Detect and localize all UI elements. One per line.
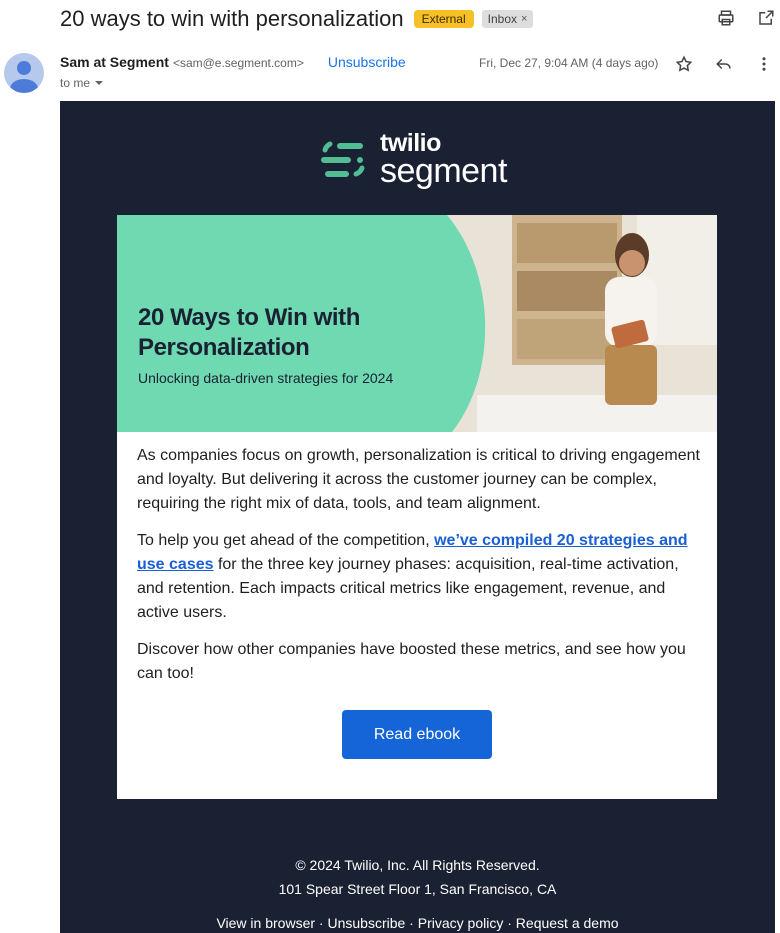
inbox-label-text: Inbox [487, 12, 518, 26]
logo-wordmark: twilio segment [380, 131, 507, 190]
hero-banner[interactable]: 20 Ways to Win with Personalization Unlo… [117, 215, 717, 432]
paragraph-3: Discover how other companies have booste… [137, 641, 686, 682]
email-content: twilio segment 20 Ways to Win with Perso [60, 101, 775, 933]
sender-name[interactable]: Sam at Segment [60, 54, 169, 70]
open-new-window-icon[interactable] [756, 8, 776, 28]
email-subject: 20 ways to win with personalization [60, 6, 404, 31]
paragraph-2: To help you get ahead of the competition… [137, 529, 702, 625]
footer-copyright: © 2024 Twilio, Inc. All Rights Reserved. [295, 857, 540, 873]
footer-address: 101 Spear Street Floor 1, San Francisco,… [278, 881, 557, 897]
footer-separator: · [405, 915, 418, 931]
footer-separator: · [315, 915, 328, 931]
message-actions [674, 54, 774, 74]
logo-segment: segment [380, 152, 507, 190]
recipient-label: to me [60, 76, 91, 90]
subject-row: 20 ways to win with personalization Exte… [60, 6, 534, 32]
avatar-person-icon [10, 61, 38, 93]
thread-actions [716, 8, 776, 28]
hero-subtitle: Unlocking data-driven strategies for 202… [138, 370, 394, 386]
paragraph-1: As companies focus on growth, personaliz… [137, 447, 700, 512]
message-date: Fri, Dec 27, 9:04 AM (4 days ago) [479, 56, 659, 70]
recipient-toggle[interactable]: to me [60, 76, 104, 90]
avatar[interactable] [4, 53, 44, 93]
privacy-policy-link[interactable]: Privacy policy [418, 915, 504, 931]
hero-title: 20 Ways to Win with Personalization [138, 304, 360, 361]
reply-icon[interactable] [714, 54, 734, 74]
request-demo-link[interactable]: Request a demo [516, 915, 619, 931]
star-icon[interactable] [674, 54, 694, 74]
email-card: 20 Ways to Win with Personalization Unlo… [117, 215, 717, 799]
unsubscribe-link[interactable]: Unsubscribe [328, 54, 406, 70]
sender-email: <sam@e.segment.com> [172, 56, 304, 70]
sender-row: Sam at Segment <sam@e.segment.com> Unsub… [60, 54, 406, 70]
twilio-segment-logo: twilio segment [320, 131, 507, 188]
remove-label-icon[interactable]: × [521, 13, 527, 25]
paragraph-2-start: To help you get ahead of the competition… [137, 532, 435, 549]
segment-logo-icon [321, 141, 365, 177]
inbox-label-chip: Inbox × [481, 10, 534, 28]
external-badge: External [413, 10, 474, 28]
email-body-text: As companies focus on growth, personaliz… [137, 444, 702, 699]
chevron-down-icon [95, 81, 104, 85]
footer-unsubscribe-link[interactable]: Unsubscribe [327, 915, 405, 931]
more-vert-icon[interactable] [754, 54, 774, 74]
footer-links: View in browser · Unsubscribe · Privacy … [60, 915, 775, 931]
paragraph-2-end: for the three key journey phases: acquis… [137, 556, 679, 621]
read-ebook-button[interactable]: Read ebook [342, 710, 492, 759]
view-in-browser-link[interactable]: View in browser [216, 915, 315, 931]
print-icon[interactable] [716, 8, 736, 28]
footer-separator: · [503, 915, 516, 931]
